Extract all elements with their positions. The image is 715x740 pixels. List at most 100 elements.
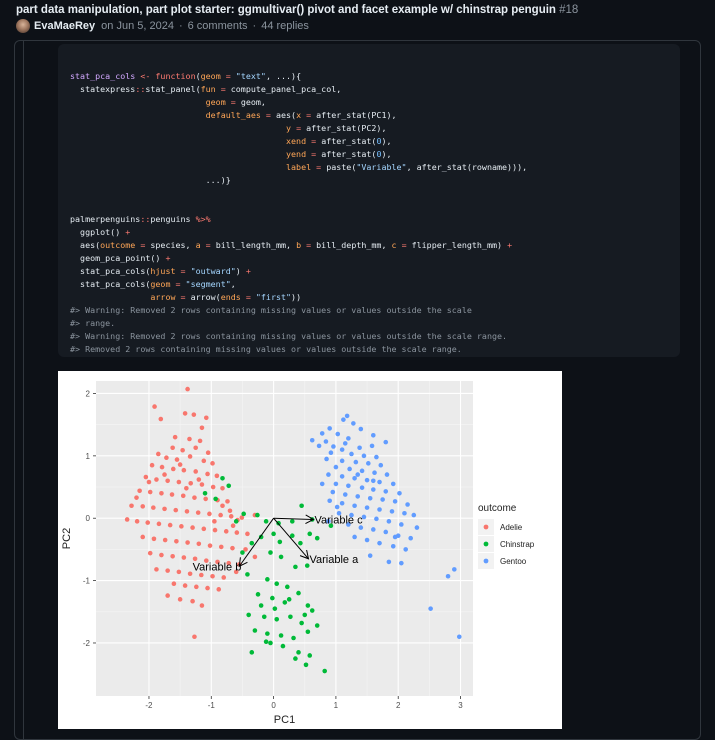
- code-block[interactable]: stat_pca_cols <- function(geom = "text",…: [58, 44, 680, 357]
- data-point-chinstrap: [291, 635, 296, 641]
- code-token: statexpress: [70, 84, 136, 94]
- author-link[interactable]: EvaMaeRey: [34, 20, 95, 32]
- data-point-adelie: [220, 485, 225, 491]
- code-token: =: [140, 240, 151, 250]
- code-token: #> Warning: Removed 2 rows containing mi…: [70, 331, 508, 341]
- code-line: arrow = arrow(ends = "first")): [70, 292, 301, 302]
- data-point-gentoo: [361, 453, 367, 459]
- data-point-gentoo: [359, 485, 365, 490]
- data-point-adelie: [212, 527, 218, 533]
- data-point-adelie: [137, 488, 142, 494]
- code-token: =: [296, 123, 307, 133]
- code-line: xend = after_stat(0),: [70, 136, 392, 146]
- data-point-gentoo: [328, 450, 334, 456]
- code-line: ...)}: [70, 175, 231, 185]
- data-point-adelie: [165, 478, 170, 484]
- data-point-chinstrap: [274, 581, 280, 587]
- data-point-chinstrap: [303, 662, 309, 668]
- data-point-adelie: [216, 587, 222, 592]
- data-point-gentoo: [392, 499, 398, 504]
- data-point-adelie: [172, 434, 178, 440]
- code-token: ::: [140, 214, 151, 224]
- data-point-adelie: [140, 534, 146, 540]
- data-point-adelie: [252, 554, 258, 560]
- code-token: after_stat(: [321, 136, 377, 146]
- data-point-gentoo: [327, 498, 332, 504]
- code-token: "first": [255, 292, 292, 302]
- code-line: #> Removed 2 rows containing missing val…: [70, 344, 462, 354]
- data-point-gentoo: [364, 477, 370, 483]
- data-point-adelie: [187, 454, 193, 459]
- data-point-gentoo: [370, 478, 376, 484]
- x-axis-title: PC1: [274, 714, 295, 726]
- data-point-gentoo: [386, 519, 392, 524]
- code-token: =: [225, 71, 236, 81]
- code-token: <-: [140, 71, 156, 81]
- loading-label: Variable c: [314, 514, 363, 526]
- data-point-gentoo: [339, 447, 345, 452]
- data-point-chinstrap: [246, 612, 251, 618]
- data-point-adelie: [196, 477, 202, 482]
- code-token: aes(: [70, 240, 101, 250]
- data-point-gentoo: [357, 445, 362, 451]
- code-token: stat_pca_cols(: [70, 266, 151, 276]
- code-token: xend: [286, 136, 312, 146]
- code-token: arrow: [150, 292, 181, 302]
- legend-title: outcome: [478, 503, 517, 514]
- code-line: palmerpenguins::penguins %>%: [70, 214, 211, 224]
- data-point-adelie: [193, 469, 199, 474]
- code-token: =: [230, 97, 241, 107]
- code-token: paste(: [326, 162, 357, 172]
- data-point-gentoo: [327, 426, 332, 431]
- data-point-adelie: [176, 479, 182, 485]
- code-token: geom,: [240, 97, 266, 107]
- code-token: ): [235, 266, 246, 276]
- data-point-adelie: [221, 575, 227, 580]
- data-point-adelie: [223, 529, 229, 534]
- code-token: after_stat(PC1),: [316, 110, 397, 120]
- code-token: hjust: [150, 266, 181, 276]
- data-point-adelie: [225, 499, 230, 504]
- discussion-title[interactable]: part data manipulation, part plot starte…: [16, 4, 578, 16]
- code-token: =: [175, 279, 186, 289]
- avatar[interactable]: [16, 19, 30, 33]
- code-token: geom: [205, 97, 231, 107]
- data-point-chinstrap: [305, 603, 311, 608]
- data-point-gentoo: [346, 436, 351, 441]
- data-point-gentoo: [349, 451, 354, 457]
- data-point-adelie: [156, 451, 161, 457]
- data-point-adelie: [134, 495, 139, 500]
- data-point-adelie: [167, 522, 173, 528]
- data-point-adelie: [193, 445, 199, 451]
- discussion-title-text[interactable]: part data manipulation, part plot starte…: [16, 4, 556, 16]
- data-point-adelie: [190, 598, 195, 604]
- data-point-gentoo: [384, 472, 390, 477]
- data-point-gentoo: [370, 432, 376, 438]
- data-point-adelie: [190, 525, 195, 530]
- data-point-adelie: [170, 466, 176, 472]
- data-point-adelie: [205, 585, 210, 591]
- data-point-adelie: [140, 504, 146, 509]
- data-point-adelie: [154, 567, 159, 572]
- code-token: )): [291, 292, 302, 302]
- data-point-adelie: [207, 543, 213, 548]
- data-point-chinstrap: [263, 639, 269, 645]
- separator: ·: [252, 20, 257, 32]
- code-line: yend = after_stat(0),: [70, 149, 392, 159]
- data-point-adelie: [182, 411, 188, 416]
- data-point-gentoo: [369, 443, 375, 449]
- data-point-chinstrap: [202, 490, 208, 496]
- code-line: #> Warning: Removed 2 rows containing mi…: [70, 305, 472, 315]
- code-token: default_aes: [205, 110, 266, 120]
- timeline-rail: [23, 40, 24, 740]
- code-token: species,: [150, 240, 196, 250]
- data-point-chinstrap: [314, 623, 320, 628]
- data-point-gentoo: [359, 468, 365, 474]
- data-point-gentoo: [390, 481, 396, 487]
- x-tick-label: 1: [334, 701, 339, 710]
- data-point-chinstrap: [322, 668, 327, 674]
- data-point-gentoo: [408, 535, 413, 541]
- data-point-adelie: [182, 583, 188, 588]
- data-point-adelie: [197, 438, 203, 444]
- data-point-gentoo: [399, 560, 404, 566]
